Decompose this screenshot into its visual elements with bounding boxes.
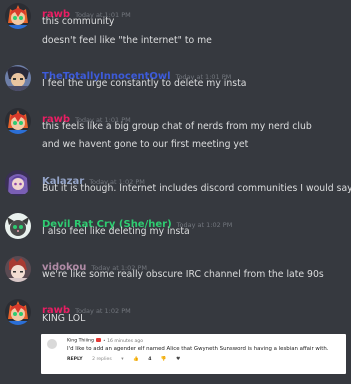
reply-label: REPLY: [67, 357, 83, 362]
message-text: doesn't feel like "the internet" to me: [42, 35, 212, 46]
avatar-image-icon: [5, 3, 31, 29]
avatar-image-icon: [5, 170, 31, 196]
avatar-image-icon: [5, 108, 31, 134]
avatar-image-icon: [5, 299, 31, 325]
message-text: this community: [42, 16, 115, 27]
message-text: KING LOL: [42, 313, 86, 324]
like-count: 4: [148, 357, 152, 362]
avatar-image-icon: [5, 256, 31, 282]
avatar[interactable]: [5, 256, 31, 282]
message-text: I also feel like deleting my insta: [42, 226, 190, 237]
avatar[interactable]: [5, 299, 31, 325]
message-text: we're like some really obscure IRC chann…: [42, 269, 324, 280]
comment-text: I'd like to add an agender elf named Ali…: [67, 346, 329, 352]
replies-label: 2 replies: [92, 357, 112, 362]
comment-avatar: [47, 339, 57, 349]
avatar[interactable]: [5, 3, 31, 29]
message-text: But it is though. Internet includes disc…: [42, 183, 351, 194]
message-text: and we havent gone to our first meeting …: [42, 139, 249, 150]
chevron-down-icon: ▾: [121, 357, 124, 362]
thumbs-up-icon: 👍: [133, 357, 139, 362]
comment-actions: REPLY 2 replies ▾ 👍 4 👎 ♥: [67, 357, 188, 362]
avatar[interactable]: [5, 213, 31, 239]
heart-icon: ♥: [176, 357, 181, 362]
comment-header: King Thiiing • 16 minutes ago: [67, 338, 143, 344]
avatar-image-icon: [5, 213, 31, 239]
thumbs-down-icon: 👎: [160, 357, 167, 362]
avatar[interactable]: [5, 65, 31, 91]
avatar[interactable]: [5, 108, 31, 134]
avatar-image-icon: [5, 65, 31, 91]
creator-badge-icon: [95, 338, 101, 342]
message-text: I feel the urge constantly to delete my …: [42, 78, 247, 89]
message-text: this feels like a big group chat of nerd…: [42, 121, 312, 132]
comment-time: • 16 minutes ago: [102, 338, 144, 344]
avatar[interactable]: [5, 170, 31, 196]
comment-author: King Thiiing: [67, 338, 94, 344]
embedded-image[interactable]: King Thiiing • 16 minutes ago I'd like to…: [41, 334, 346, 374]
